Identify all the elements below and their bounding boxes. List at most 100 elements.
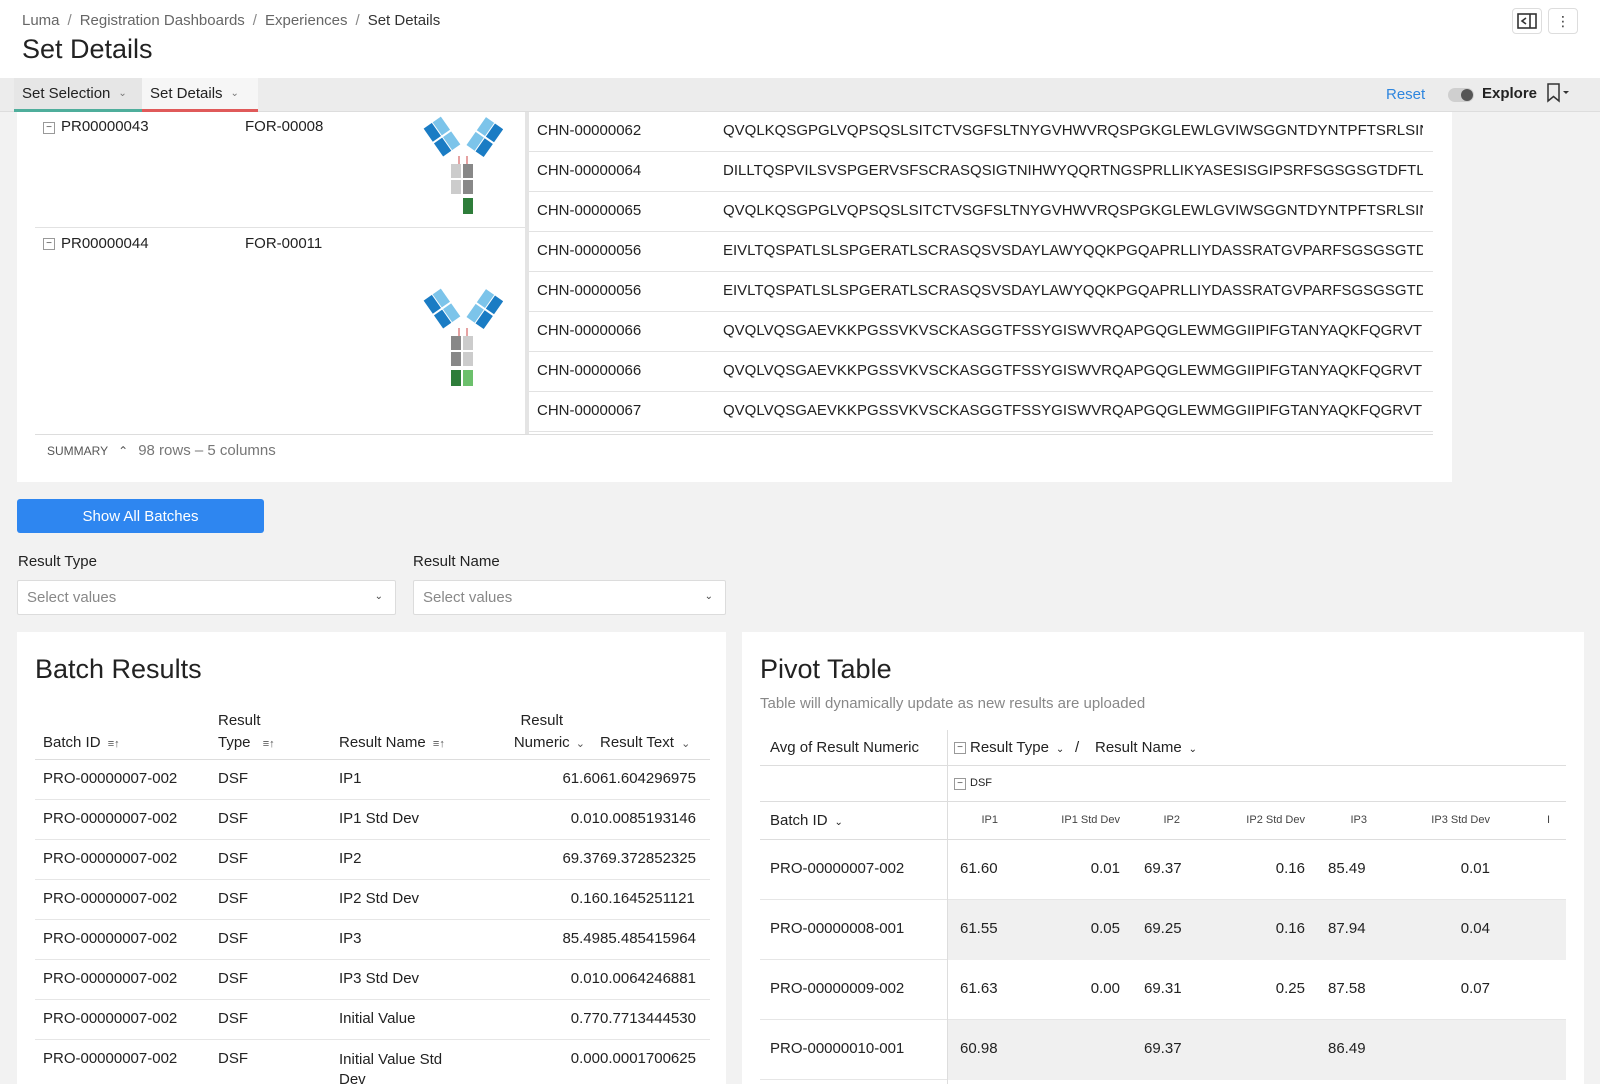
pivot-cell: 86.49 [1328,1040,1366,1057]
column-header-label: Batch ID [43,734,101,751]
result-type-select[interactable]: Select values ⌄ [17,580,396,615]
collapse-panel-icon[interactable] [1512,8,1542,34]
pivot-col-separator: / [1075,739,1080,756]
sort-icon[interactable]: ≡↑ [105,738,120,750]
chain-sequence: QVQLVQSGAEVKKPGSSVKVSCKASGGTFSSYGISWVRQA… [723,402,1423,419]
pivot-col-dim-result-name[interactable]: Result Name ⌄ [1095,739,1197,756]
table-row: CHN-00000064 DILLTQSPVILSVSPGERVSFSCRASQ… [529,152,1433,192]
chain-id: CHN-00000062 [537,122,642,139]
result-type-label: Result Type [18,553,97,570]
result-name-cell: IP2 Std Dev [339,890,420,907]
breadcrumb-experiences[interactable]: Experiences [265,12,348,29]
pivot-column-header: Batch ID ⌄ IP1 IP1 Std Dev IP2 IP2 Std D… [760,802,1566,840]
result-text-cell: 0.7713444530 [600,1010,696,1027]
table-row: − PR00000043 FOR-00008 [35,112,525,228]
batch-results-card: Batch Results Batch ID ≡↑ Result Type ≡↑… [17,632,726,1084]
column-header-result-text[interactable]: Result Text ⌄ [600,732,690,755]
collapse-group-icon[interactable]: − [954,778,966,790]
chain-sequence: QVQLVQSGAEVKKPGSSVKVSCKASGGTFSSYGISWVRQA… [723,362,1423,379]
column-header-label: Result Name [339,734,426,751]
breadcrumb-luma[interactable]: Luma [22,12,60,29]
result-name-select[interactable]: Select values ⌄ [413,580,726,615]
result-name-cell: IP1 [339,770,362,787]
result-text-cell: 0.0064246881 [600,970,696,987]
chain-id: CHN-00000067 [537,402,642,419]
collapse-row-icon[interactable]: − [43,122,55,134]
table-row[interactable]: PRO-00000007-002 DSF IP3 Std Dev 0.01 0.… [35,960,710,1000]
chevron-down-icon[interactable]: ⌄ [678,738,690,750]
chevron-down-icon: ⌄ [374,591,383,602]
chain-id: CHN-00000056 [537,242,642,259]
column-header-result-numeric[interactable]: Result Numeric ⌄ [501,710,585,755]
chain-id: CHN-00000066 [537,322,642,339]
tab-label: Set Selection [22,85,111,102]
summary-label: SUMMARY [47,443,109,458]
table-row[interactable]: PRO-00000007-002 DSF IP3 85.49 85.485415… [35,920,710,960]
pivot-cell: 0.01 [1460,860,1490,877]
collapse-row-icon[interactable]: − [43,238,55,250]
batch-results-title: Batch Results [35,654,202,684]
pivot-row-dim-batch-id[interactable]: Batch ID ⌄ [770,812,843,829]
chevron-down-icon[interactable]: ⌄ [570,738,585,750]
show-all-batches-button[interactable]: Show All Batches [17,499,264,533]
collapse-column-icon[interactable]: − [954,742,966,754]
pivot-column-ip3: IP3 [1350,814,1367,826]
antibody-structure-icon [423,116,503,214]
table-row[interactable]: PRO-00000007-002 DSF IP2 Std Dev 0.16 0.… [35,880,710,920]
explore-toggle[interactable] [1448,88,1474,102]
pivot-row[interactable]: PRO-00000009-002 61.63 0.00 69.31 0.25 8… [760,960,1566,1020]
table-row: CHN-00000066 QVQLVQSGAEVKKPGSSVKVSCKASGG… [529,352,1433,392]
pivot-cell: 0.16 [1275,860,1305,877]
pivot-column-ip2-std-dev: IP2 Std Dev [1246,814,1305,826]
pivot-cell: 0.04 [1460,920,1490,937]
tab-set-selection[interactable]: Set Selection ⌄ [14,78,142,112]
batch-id-cell: PRO-00000007-002 [43,850,178,867]
chain-id: CHN-00000065 [537,202,642,219]
pivot-row[interactable]: PRO-00000010-001 60.98 69.37 86.49 [760,1020,1566,1080]
pivot-row[interactable]: PRO-00000008-001 61.55 0.05 69.25 0.16 8… [760,900,1566,960]
breadcrumb-registration-dashboards[interactable]: Registration Dashboards [80,12,245,29]
pivot-cell: 0.25 [1275,980,1305,997]
table-row[interactable]: PRO-00000007-002 DSF Initial Value 0.77 … [35,1000,710,1040]
pivot-cell: 0.00 [1090,980,1120,997]
pivot-cell: 69.31 [1144,980,1182,997]
chevron-down-icon: ⌄ [118,88,127,99]
page-header: Luma / Registration Dashboards / Experie… [0,0,1600,78]
table-row[interactable]: PRO-00000007-002 DSF IP1 Std Dev 0.01 0.… [35,800,710,840]
reset-button[interactable]: Reset [1386,86,1425,103]
select-placeholder: Select values [423,589,513,606]
batch-id-cell: PRO-00000007-002 [43,770,178,787]
batch-id-cell: PRO-00000007-002 [43,970,178,987]
result-type-cell: DSF [218,1050,248,1067]
more-options-icon[interactable]: ⋮ [1548,8,1578,34]
table-row[interactable]: PRO-00000007-002 DSF Initial Value Std D… [35,1040,710,1084]
table-row[interactable]: PRO-00000007-002 DSF IP1 61.60 61.604296… [35,760,710,800]
pivot-cell: 69.37 [1144,1040,1182,1057]
pivot-cell: 69.37 [1144,860,1182,877]
column-header-result-name[interactable]: Result Name ≡↑ [339,732,445,755]
column-header-label: Result Text [600,734,674,751]
table-row: CHN-00000062 QVQLKQSGPGLVQPSQSLSITCTVSGF… [529,112,1433,152]
table-row: CHN-00000066 QVQLVQSGAEVKKPGSSVKVSCKASGG… [529,312,1433,352]
breadcrumb-separator: / [67,12,72,29]
sort-icon[interactable]: ≡↑ [430,738,445,750]
chain-sequence: QVQLKQSGPGLVQPSQSLSITCTVSGFSLTNYGVHWVRQS… [723,122,1423,139]
tab-set-details[interactable]: Set Details ⌄ [142,78,258,112]
column-header-label: Result [218,712,261,729]
breadcrumb: Luma / Registration Dashboards / Experie… [22,12,440,29]
bookmark-icon[interactable] [1546,83,1570,108]
result-type-cell: DSF [218,770,248,787]
column-header-batch-id[interactable]: Batch ID ≡↑ [43,732,120,755]
column-header-result-type[interactable]: Result Type ≡↑ [218,710,275,755]
pivot-measure-label: Avg of Result Numeric [770,739,919,756]
table-summary[interactable]: SUMMARY ⌃ 98 rows – 5 columns [47,442,276,459]
pivot-table-title: Pivot Table [760,654,892,684]
table-row[interactable]: PRO-00000007-002 DSF IP2 69.37 69.372852… [35,840,710,880]
sort-icon[interactable]: ≡↑ [251,738,275,750]
pivot-batch-id: PRO-00000008-001 [770,920,905,937]
pivot-batch-id: PRO-00000007-002 [770,860,905,877]
result-text-cell: 69.372852325 [600,850,696,867]
result-type-cell: DSF [218,810,248,827]
pivot-col-dim-result-type[interactable]: Result Type ⌄ [970,739,1067,756]
pivot-row[interactable]: PRO-00000007-002 61.60 0.01 69.37 0.16 8… [760,840,1566,900]
